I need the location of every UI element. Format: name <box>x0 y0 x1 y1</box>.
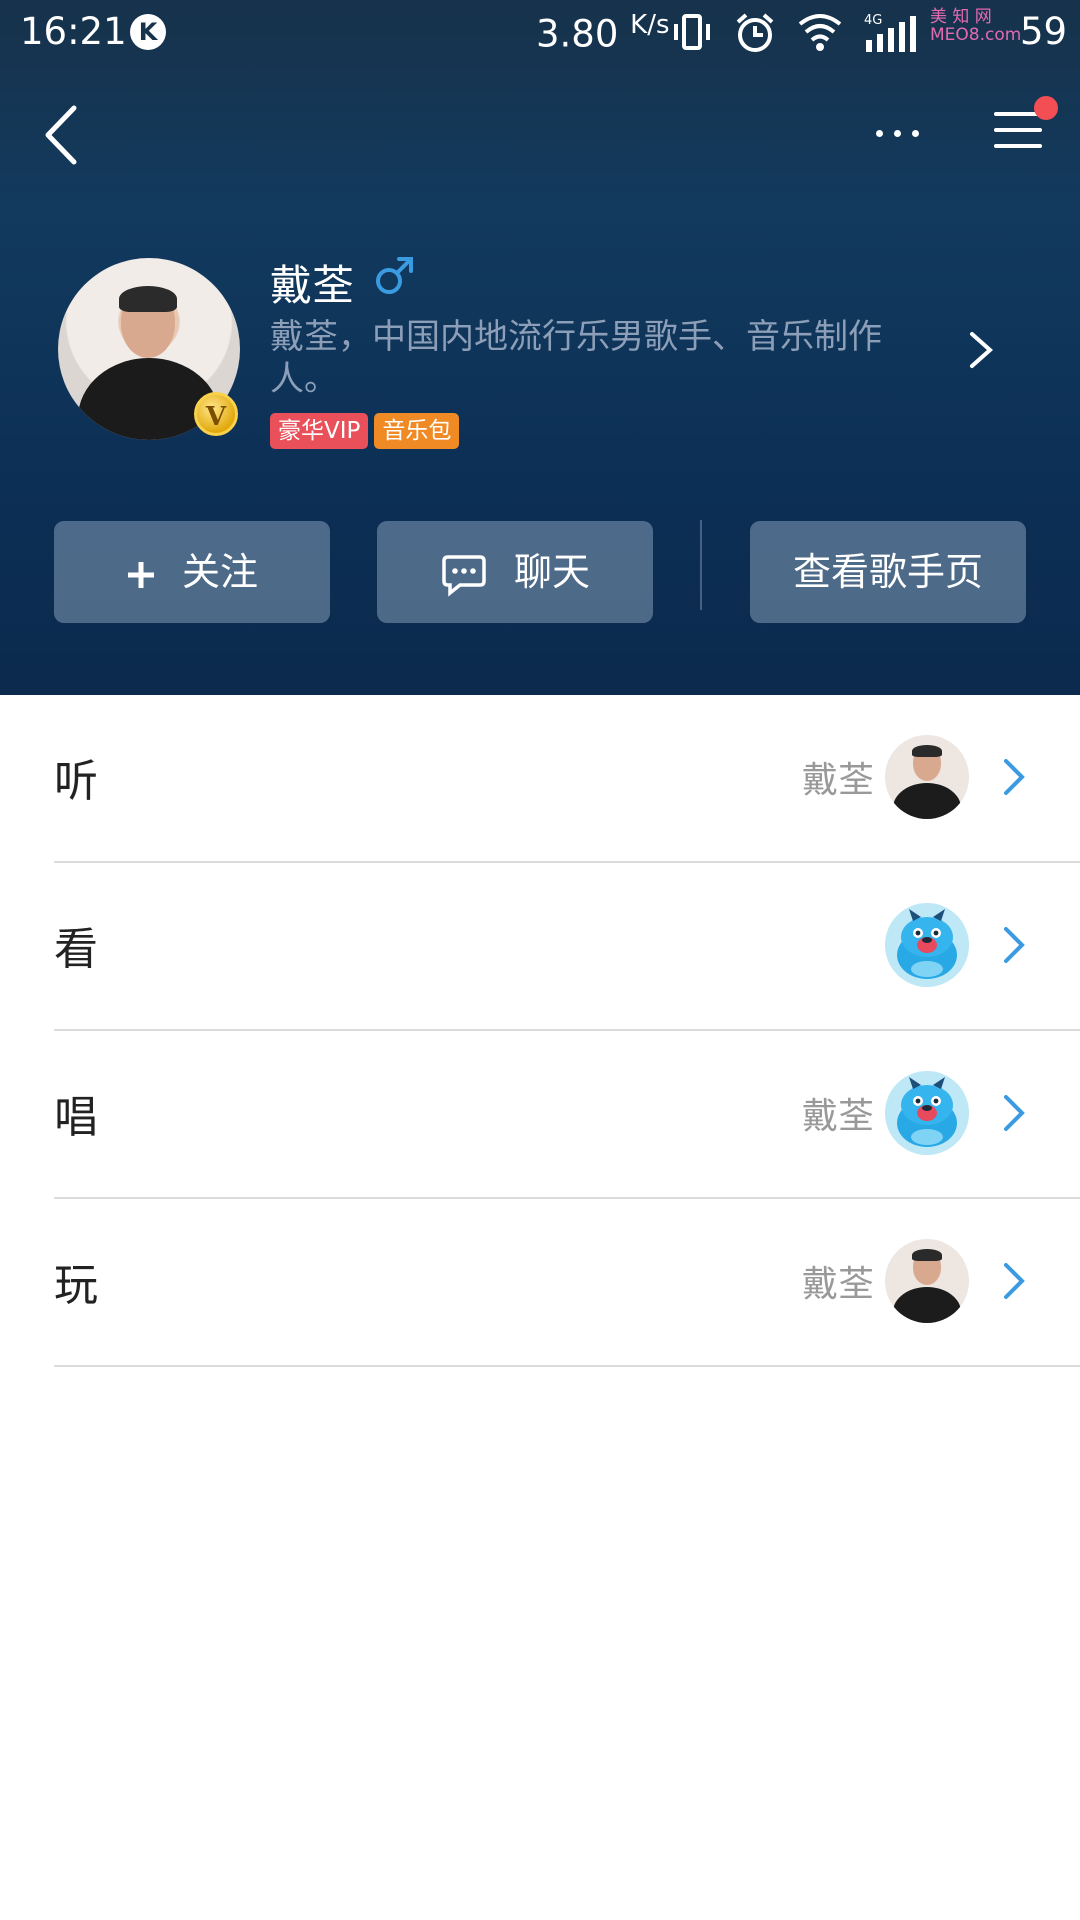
back-button[interactable] <box>40 100 90 170</box>
blue-dog-mascot-icon <box>885 903 969 987</box>
chat-bubble-icon <box>442 554 486 597</box>
list-item-owner: 戴荃 <box>801 1264 874 1305</box>
vibrate-icon <box>674 14 710 50</box>
artist-thumbnail <box>885 1239 969 1323</box>
cell-signal-icon: 4G <box>864 13 916 52</box>
artist-bio[interactable]: 戴荃，中国内地流行乐男歌手、音乐制作人。 <box>270 316 930 400</box>
content-list: 听 戴荃 看 唱 戴荃 玩 戴荃 <box>0 695 1080 1367</box>
bio-chevron-right-icon[interactable] <box>966 330 996 370</box>
list-item-owner: 戴荃 <box>801 760 874 801</box>
chat-button[interactable]: 聊天 <box>377 521 653 623</box>
kugou-k-icon: K <box>130 14 166 50</box>
network-speed: 3.80 K/s <box>536 10 670 56</box>
blue-dog-mascot-icon <box>885 1071 969 1155</box>
artist-thumbnail <box>885 735 969 819</box>
chevron-right-icon <box>1004 1095 1025 1131</box>
list-item-play[interactable]: 玩 戴荃 <box>54 1199 1080 1367</box>
list-item-owner: 戴荃 <box>801 1096 874 1137</box>
status-bar: 16:21 K 3.80 K/s 4G 美 知 网 MEO8.com 59 <box>0 0 1080 66</box>
list-item-sing[interactable]: 唱 戴荃 <box>54 1031 1080 1199</box>
tag-list: 豪华VIP 音乐包 <box>270 413 465 449</box>
list-item-label: 玩 <box>54 1260 98 1311</box>
verified-v-badge: V <box>194 392 238 436</box>
plus-icon <box>127 561 154 588</box>
list-item-watch[interactable]: 看 <box>54 863 1080 1031</box>
list-item-label: 看 <box>54 924 98 975</box>
menu-button[interactable] <box>990 96 1058 156</box>
button-divider <box>700 520 702 610</box>
status-time: 16:21 <box>20 10 127 53</box>
chevron-right-icon <box>1004 927 1025 963</box>
wifi-icon <box>798 14 842 51</box>
follow-label: 关注 <box>181 550 258 594</box>
chevron-right-icon <box>1004 1263 1025 1299</box>
profile-header: 16:21 K 3.80 K/s 4G 美 知 网 MEO8.com 59 V … <box>0 0 1080 695</box>
male-gender-icon <box>376 257 413 294</box>
chat-label: 聊天 <box>513 550 590 594</box>
music-package-tag: 音乐包 <box>374 413 460 449</box>
follow-button[interactable]: 关注 <box>54 521 330 623</box>
chevron-right-icon <box>1004 759 1025 795</box>
vip-tag: 豪华VIP <box>270 413 369 449</box>
list-item-label: 唱 <box>54 1092 98 1143</box>
more-options-button[interactable] <box>868 118 928 148</box>
view-artist-page-button[interactable]: 查看歌手页 <box>750 521 1026 623</box>
svg-text:4G: 4G <box>864 13 882 28</box>
notification-dot <box>1034 96 1058 120</box>
alarm-icon <box>736 13 774 52</box>
list-item-listen[interactable]: 听 戴荃 <box>54 695 1080 863</box>
battery-level: 59 <box>1020 10 1068 53</box>
list-item-label: 听 <box>54 756 98 807</box>
watermark: 美 知 网 MEO8.com <box>930 7 1022 45</box>
artist-avatar[interactable]: V <box>58 258 240 440</box>
artist-name: 戴荃 <box>270 261 355 310</box>
